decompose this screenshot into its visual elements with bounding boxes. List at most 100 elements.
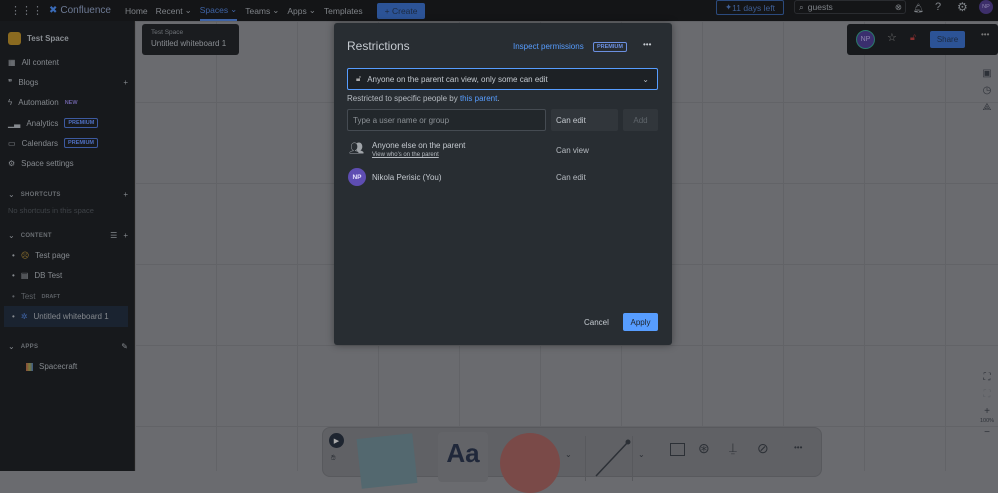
focus-icon[interactable]: ⛶ bbox=[984, 389, 991, 400]
timer-icon[interactable]: ◷ bbox=[983, 85, 992, 96]
nav-label: Teams bbox=[245, 5, 271, 16]
draft-badge: DRAFT bbox=[41, 293, 61, 300]
breadcrumb-space[interactable]: Test Space bbox=[151, 29, 230, 36]
link-icon[interactable]: ⊘ bbox=[757, 440, 769, 457]
quote-icon: ❞ bbox=[8, 78, 13, 87]
nav-recent[interactable]: Recent ⌄ bbox=[156, 5, 192, 16]
page-item[interactable]: • Test DRAFT bbox=[12, 292, 60, 301]
user-search-input[interactable]: Type a user name or group bbox=[347, 109, 546, 131]
sidebar-item-automation[interactable]: ϟ Automation NEW bbox=[8, 98, 78, 107]
clear-icon[interactable]: ⊗ bbox=[895, 2, 902, 13]
chevron-down-icon: ⌄ bbox=[8, 190, 15, 199]
chevron-down-icon: ⌄ bbox=[642, 74, 649, 84]
settings-icon[interactable]: ⚙ bbox=[957, 0, 968, 14]
group-icon: 👥︎ bbox=[349, 141, 365, 155]
calendar-icon: ▭ bbox=[8, 138, 16, 148]
add-content-icon[interactable]: + bbox=[123, 231, 128, 240]
view-parent-link[interactable]: View who's on the parent bbox=[372, 152, 439, 158]
add-shortcut-icon[interactable]: + bbox=[123, 190, 128, 199]
page-header-actions: NP ☆ 🔓︎ Share ••• bbox=[847, 24, 998, 55]
select-value: Anyone on the parent can view, only some… bbox=[367, 74, 548, 84]
spacecraft-icon bbox=[26, 362, 33, 371]
select-tool-icon[interactable]: ▶ bbox=[329, 433, 344, 448]
frame-tool-icon[interactable] bbox=[670, 443, 685, 456]
space-title[interactable]: Test Space bbox=[8, 32, 69, 45]
add-blog-icon[interactable]: + bbox=[123, 78, 128, 87]
page-title: Test page bbox=[35, 251, 70, 260]
restricted-note: Restricted to specific people by this pa… bbox=[347, 94, 500, 103]
page-item[interactable]: • ▤ DB Test bbox=[12, 271, 62, 280]
user-avatar[interactable]: NP bbox=[979, 0, 993, 14]
filter-icon[interactable]: ☰ bbox=[110, 231, 117, 240]
grid-icon: ▦ bbox=[8, 58, 16, 67]
row-name: Nikola Perisic (You) bbox=[372, 173, 442, 182]
user-avatar: NP bbox=[348, 168, 366, 186]
nav-spaces[interactable]: Spaces ⌄ bbox=[199, 0, 238, 21]
more-icon[interactable]: ••• bbox=[794, 443, 802, 452]
sidebar-item-analytics[interactable]: ▁▃ Analytics PREMIUM bbox=[8, 118, 99, 128]
apps-header[interactable]: ⌄ APPS ✎ bbox=[8, 342, 128, 351]
breadcrumb-page[interactable]: Untitled whiteboard 1 bbox=[151, 39, 230, 48]
dialog-title: Restrictions bbox=[347, 39, 410, 53]
bolt-icon: ϟ bbox=[8, 98, 13, 107]
unlock-icon: 🔓︎ bbox=[356, 74, 362, 83]
sidebar-item-space-settings[interactable]: ⚙ Space settings bbox=[8, 159, 74, 168]
page-item-selected[interactable]: • ✲ Untitled whiteboard 1 bbox=[4, 306, 128, 327]
help-icon[interactable]: ? bbox=[935, 1, 941, 13]
restrictions-icon[interactable]: 🔓︎ bbox=[910, 32, 916, 43]
new-badge: NEW bbox=[64, 99, 78, 106]
search-value: guests bbox=[807, 2, 833, 12]
this-parent-link[interactable]: this parent bbox=[460, 94, 497, 103]
app-switcher-icon[interactable]: ⋮⋮⋮ bbox=[10, 4, 43, 17]
content-header[interactable]: ⌄ CONTENT ☰ + bbox=[8, 231, 128, 240]
confluence-logo[interactable]: ✖ Confluence bbox=[49, 5, 111, 16]
restriction-level-select[interactable]: 🔓︎ Anyone on the parent can view, only s… bbox=[347, 68, 658, 90]
inspect-permissions-link[interactable]: Inspect permissions bbox=[513, 42, 584, 51]
stamp-icon[interactable]: ⍊ bbox=[729, 440, 737, 456]
add-button[interactable]: Add bbox=[623, 109, 658, 131]
page-item[interactable]: • ☹ Test page bbox=[12, 251, 70, 260]
sticky-note-tool[interactable] bbox=[356, 433, 418, 489]
smart-sections-icon[interactable]: ⊛ bbox=[698, 440, 710, 457]
nav-home[interactable]: Home bbox=[125, 6, 148, 16]
shape-tool[interactable] bbox=[500, 433, 560, 493]
layout-icon[interactable]: ▣ bbox=[982, 68, 991, 79]
zoom-out-icon[interactable]: − bbox=[984, 427, 990, 438]
search-icon: ⌕ bbox=[799, 1, 804, 12]
line-tool[interactable] bbox=[585, 436, 633, 481]
notifications-icon[interactable]: 🔔︎ bbox=[913, 3, 924, 14]
zoom-in-icon[interactable]: + bbox=[984, 406, 990, 417]
cancel-button[interactable]: Cancel bbox=[584, 313, 609, 331]
star-icon[interactable]: ☆ bbox=[887, 31, 897, 44]
permission-select[interactable]: Can edit bbox=[551, 109, 618, 131]
nav-templates[interactable]: Templates bbox=[324, 6, 363, 16]
edit-icon[interactable]: ✎ bbox=[121, 342, 128, 351]
search-input[interactable]: ⌕ guests ⊗ bbox=[794, 0, 906, 14]
templates-icon[interactable]: ⟁ bbox=[983, 102, 992, 113]
item-label: Calendars bbox=[21, 138, 59, 148]
premium-badge: PREMIUM bbox=[64, 118, 99, 128]
chevron-down-icon[interactable]: ⌄ bbox=[565, 450, 572, 459]
row-permission[interactable]: Can edit bbox=[556, 173, 586, 182]
nav-teams[interactable]: Teams ⌄ bbox=[245, 5, 279, 16]
more-icon[interactable]: ••• bbox=[981, 30, 989, 39]
text-tool[interactable]: Aa bbox=[438, 432, 488, 482]
right-toolbar: ▣ ◷ ⟁ bbox=[976, 68, 998, 113]
sidebar-item-blogs[interactable]: ❞ Blogs + bbox=[8, 78, 128, 87]
collaborator-avatar[interactable]: NP bbox=[856, 30, 875, 49]
apply-button[interactable]: Apply bbox=[623, 313, 658, 331]
nav-apps[interactable]: Apps ⌄ bbox=[287, 5, 316, 16]
create-button[interactable]: + Create bbox=[376, 2, 426, 19]
app-item[interactable]: Spacecraft bbox=[26, 362, 77, 371]
chevron-down-icon[interactable]: ⌄ bbox=[638, 450, 645, 459]
sidebar-item-calendars[interactable]: ▭ Calendars PREMIUM bbox=[8, 138, 99, 148]
app-label: Spacecraft bbox=[39, 362, 78, 371]
shortcuts-header[interactable]: ⌄ SHORTCUTS + bbox=[8, 190, 128, 199]
sidebar-item-all-content[interactable]: ▦ All content bbox=[8, 58, 59, 67]
share-button[interactable]: Share bbox=[930, 31, 965, 48]
trial-button[interactable]: ✦ 11 days left bbox=[716, 0, 784, 15]
hand-tool-icon[interactable]: ✋︎ bbox=[331, 453, 336, 463]
fit-icon[interactable]: ⛶ bbox=[984, 372, 991, 383]
more-options-icon[interactable]: ••• bbox=[643, 40, 651, 49]
breadcrumb: Test Space Untitled whiteboard 1 bbox=[142, 24, 239, 55]
